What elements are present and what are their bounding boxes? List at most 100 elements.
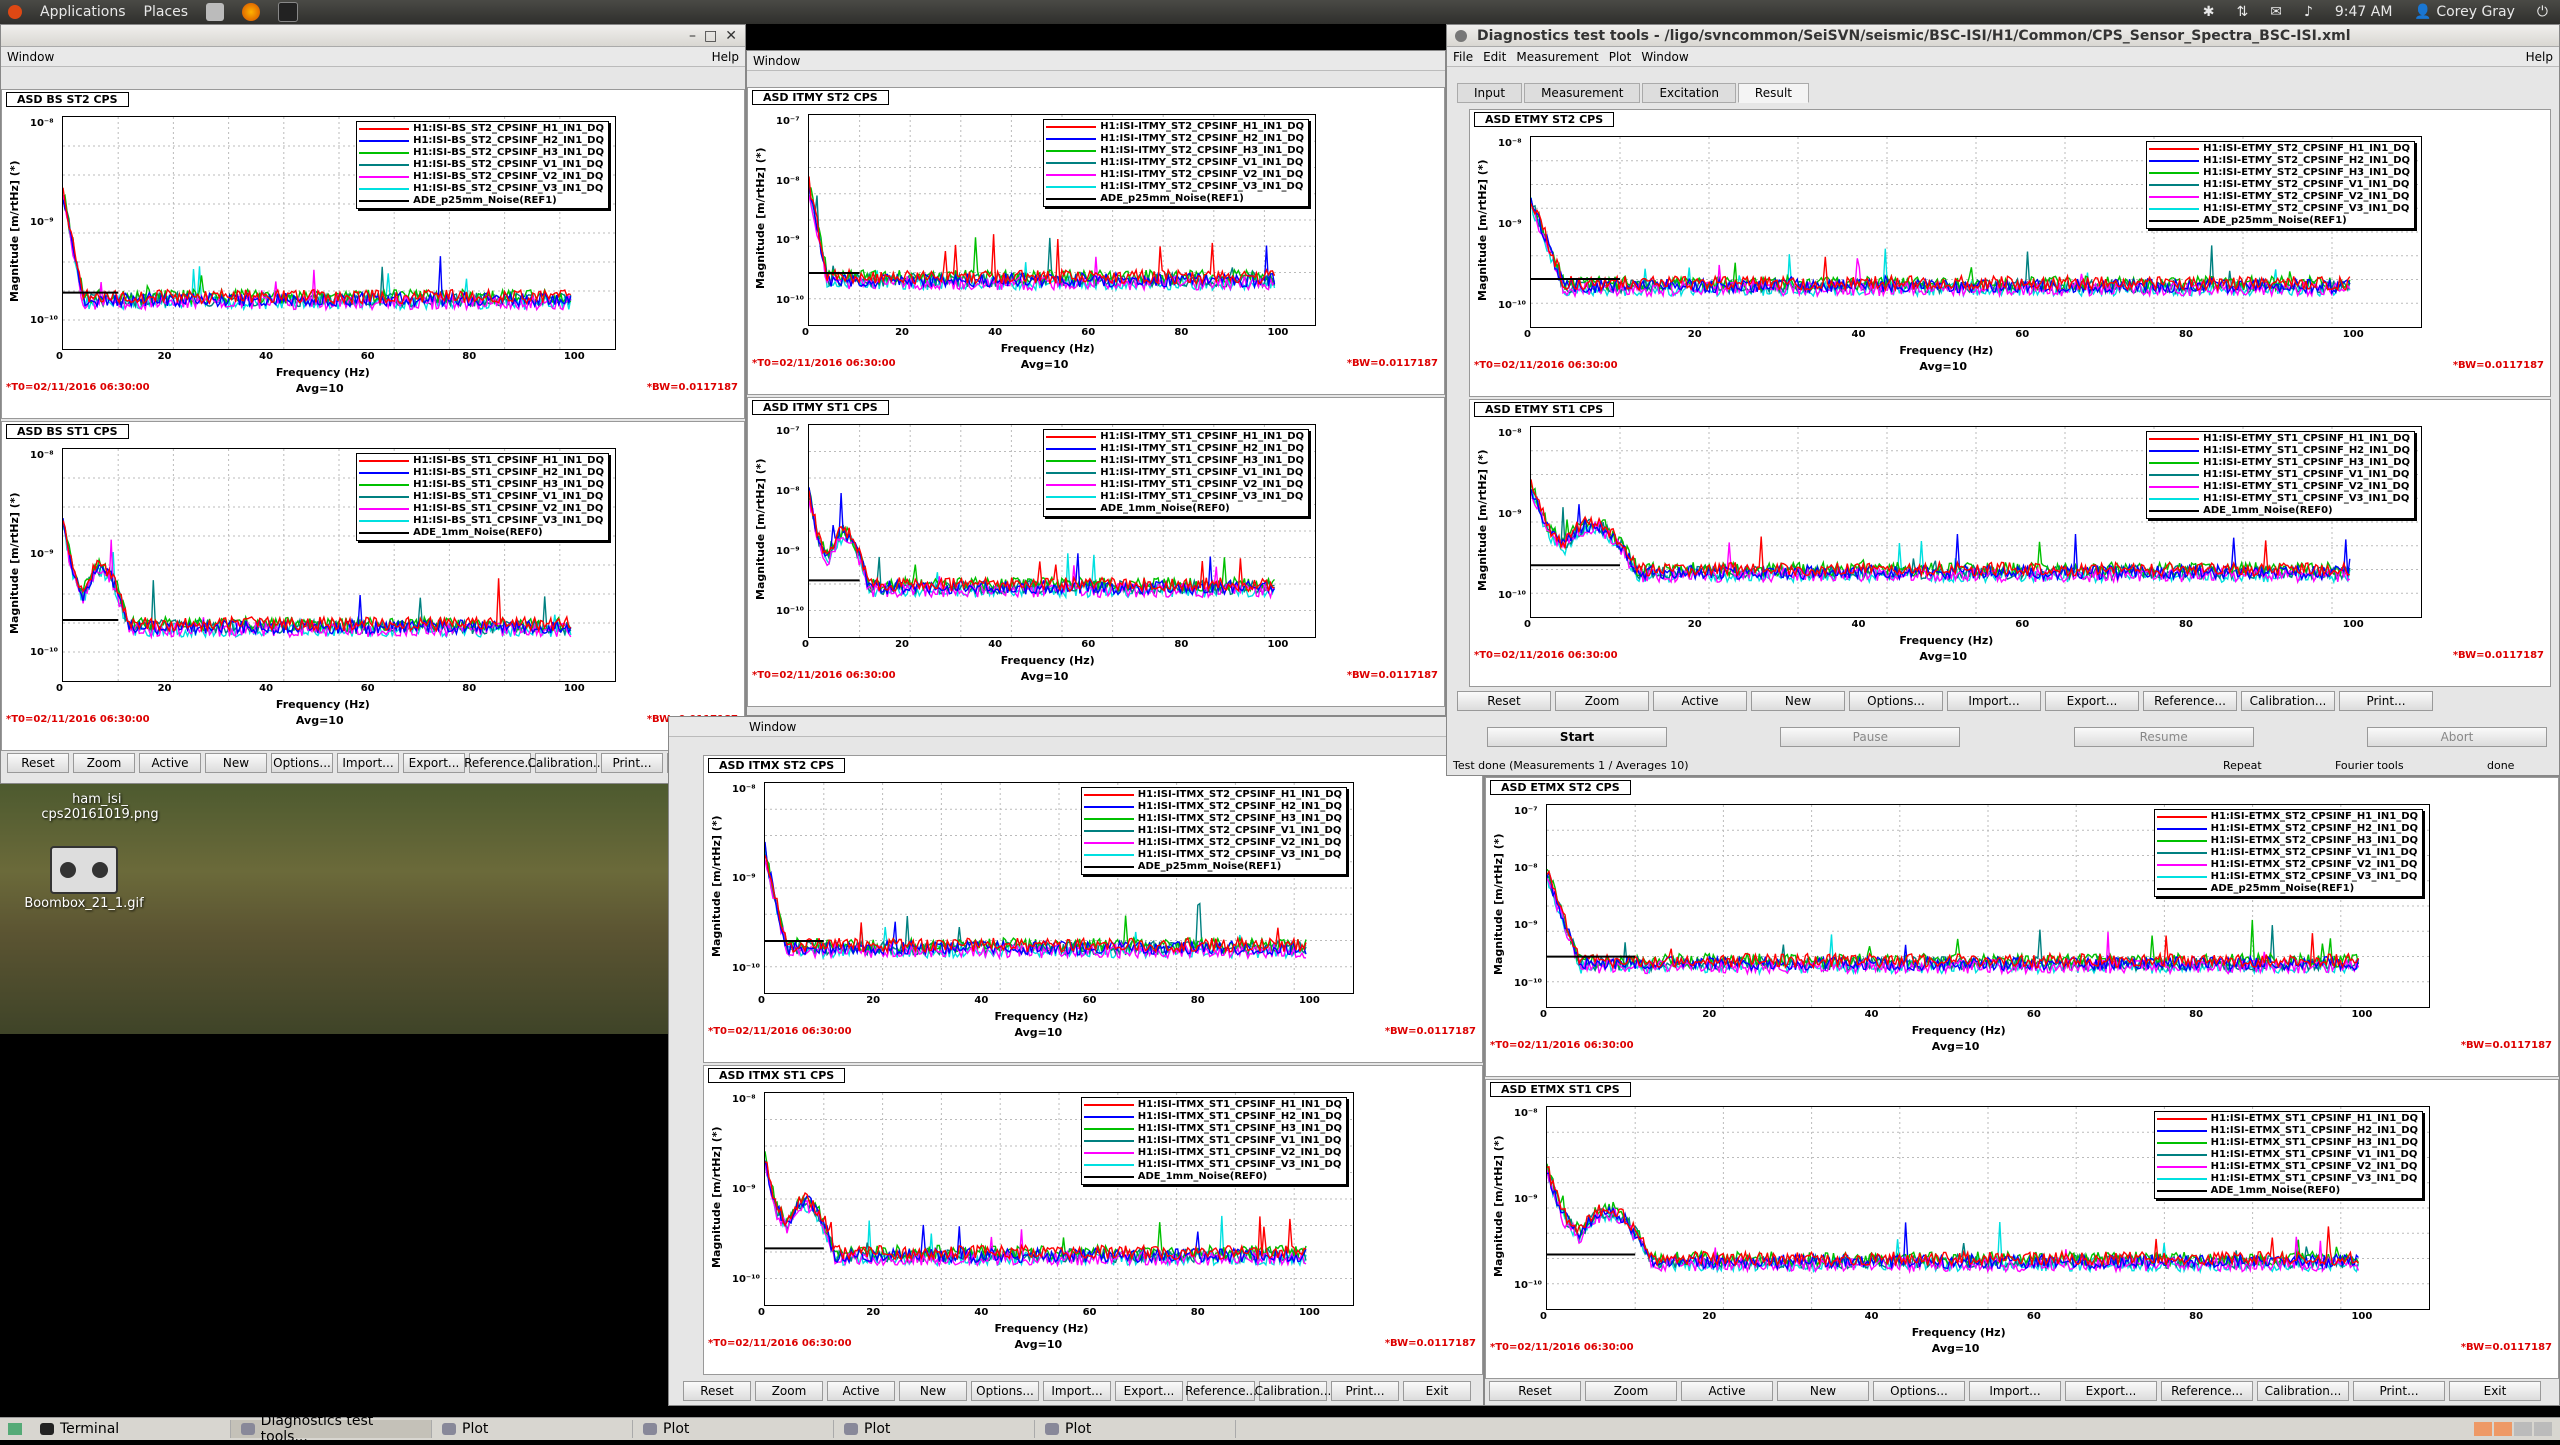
plot-button-reference[interactable]: Reference... — [1185, 1381, 1257, 1401]
plot-button-zoom[interactable]: Zoom — [1585, 1381, 1677, 1401]
plot-button-new[interactable]: New — [1777, 1381, 1869, 1401]
plot-area[interactable]: H1:ISI-ITMX_ST1_CPSINF_H1_IN1_DQ H1:ISI-I… — [764, 1092, 1354, 1306]
plot-legend[interactable]: H1:ISI-BS_ST1_CPSINF_H1_IN1_DQ H1:ISI-BS_… — [356, 453, 609, 541]
menu-help[interactable]: Help — [2526, 50, 2553, 64]
plot-button-export[interactable]: Export... — [2065, 1381, 2157, 1401]
plot-button-reference[interactable]: Reference... — [2143, 691, 2237, 711]
plot-button-reset[interactable]: Reset — [1489, 1381, 1581, 1401]
plot-button-options[interactable]: Options... — [971, 1381, 1039, 1401]
maximize-icon[interactable]: □ — [704, 28, 717, 44]
plot-legend[interactable]: H1:ISI-ETMY_ST1_CPSINF_H1_IN1_DQ H1:ISI-E… — [2146, 431, 2415, 519]
plot-area[interactable]: H1:ISI-ITMX_ST2_CPSINF_H1_IN1_DQ H1:ISI-I… — [764, 782, 1354, 994]
plot-area[interactable]: H1:ISI-ETMY_ST1_CPSINF_H1_IN1_DQ H1:ISI-E… — [1530, 426, 2422, 618]
plot-area[interactable]: H1:ISI-BS_ST1_CPSINF_H1_IN1_DQ H1:ISI-BS_… — [62, 448, 616, 682]
plot-button-export[interactable]: Export... — [403, 753, 465, 773]
abort-button[interactable]: Abort — [2366, 727, 2547, 747]
plot-button-options[interactable]: Options... — [1873, 1381, 1965, 1401]
menu-file[interactable]: File — [1453, 50, 1473, 64]
plot-button-export[interactable]: Export... — [2045, 691, 2139, 711]
plot-button-calibration[interactable]: Calibration... — [528, 753, 604, 773]
plot-button-zoom[interactable]: Zoom — [755, 1381, 823, 1401]
plot-button-import[interactable]: Import... — [1043, 1381, 1111, 1401]
plot-button-reference[interactable]: Reference... — [2161, 1381, 2253, 1401]
task-plot[interactable]: Plot — [834, 1420, 1035, 1438]
window-titlebar[interactable]: – □ ✕ — [1, 25, 745, 47]
plot-button-import[interactable]: Import... — [1947, 691, 2041, 711]
plot-button-exit[interactable]: Exit — [1403, 1381, 1471, 1401]
plot-button-print[interactable]: Print... — [601, 753, 663, 773]
plot-button-print[interactable]: Print... — [2339, 691, 2433, 711]
task-plot[interactable]: Plot — [633, 1420, 834, 1438]
plot-area[interactable]: H1:ISI-ETMX_ST2_CPSINF_H1_IN1_DQ H1:ISI-E… — [1546, 804, 2430, 1008]
workspace-1[interactable] — [2474, 1422, 2492, 1436]
menu-plot[interactable]: Plot — [1609, 50, 1632, 64]
plot-legend[interactable]: H1:ISI-BS_ST2_CPSINF_H1_IN1_DQ H1:ISI-BS_… — [356, 121, 609, 209]
user-menu[interactable]: 👤 Corey Gray — [2414, 4, 2515, 20]
workspace-switcher[interactable] — [2474, 1422, 2552, 1436]
plot-button-new[interactable]: New — [205, 753, 267, 773]
plot-legend[interactable]: H1:ISI-ETMY_ST2_CPSINF_H1_IN1_DQ H1:ISI-E… — [2146, 141, 2415, 229]
desktop-icon-boombox[interactable]: Boombox_21_1.gif — [24, 846, 144, 911]
plot-button-active[interactable]: Active — [827, 1381, 895, 1401]
desktop-icon-ham-isi[interactable]: ham_isi_ cps20161019.png — [40, 792, 160, 822]
plot-button-calibration[interactable]: Calibration... — [1255, 1381, 1331, 1401]
plot-button-calibration[interactable]: Calibration... — [2241, 691, 2335, 711]
ubuntu-logo-icon[interactable] — [8, 5, 22, 19]
plot-button-exit[interactable]: Exit — [2449, 1381, 2541, 1401]
plot-button-reset[interactable]: Reset — [1457, 691, 1551, 711]
plot-button-zoom[interactable]: Zoom — [1555, 691, 1649, 711]
plot-panel-etmy-st1[interactable]: ASD ETMY ST1 CPS H1:ISI-ETMY_ST1_CPSINF_H… — [1469, 399, 2551, 687]
plot-panel-bs-st2[interactable]: ASD BS ST2 CPS H1:ISI-BS_ST2_CPSINF_H1_IN… — [1, 89, 745, 419]
plot-legend[interactable]: H1:ISI-ITMY_ST1_CPSINF_H1_IN1_DQ H1:ISI-I… — [1043, 429, 1309, 517]
terminal-launcher-icon[interactable] — [278, 2, 299, 22]
task-plot[interactable]: Plot — [432, 1420, 633, 1438]
plot-button-new[interactable]: New — [1751, 691, 1845, 711]
plot-button-reset[interactable]: Reset — [7, 753, 69, 773]
plot-button-print[interactable]: Print... — [2353, 1381, 2445, 1401]
plot-area[interactable]: H1:ISI-ETMY_ST2_CPSINF_H1_IN1_DQ H1:ISI-E… — [1530, 136, 2422, 328]
pause-button[interactable]: Pause — [1780, 727, 1961, 747]
plot-legend[interactable]: H1:ISI-ETMX_ST2_CPSINF_H1_IN1_DQ H1:ISI-E… — [2153, 809, 2423, 897]
plot-panel-itmx-st2[interactable]: ASD ITMX ST2 CPS H1:ISI-ITMX_ST2_CPSINF_H… — [703, 755, 1483, 1063]
plot-button-active[interactable]: Active — [1653, 691, 1747, 711]
tab-excitation[interactable]: Excitation — [1642, 83, 1736, 103]
window-titlebar[interactable]: Diagnostics test tools - /ligo/svncommon… — [1447, 25, 2559, 47]
plot-panel-itmy-st2[interactable]: ASD ITMY ST2 CPS H1:ISI-ITMY_ST2_CPSINF_H… — [747, 87, 1445, 395]
plot-button-import[interactable]: Import... — [337, 753, 399, 773]
plot-button-options[interactable]: Options... — [1849, 691, 1943, 711]
places-menu[interactable]: Places — [144, 4, 189, 20]
plot-button-new[interactable]: New — [899, 1381, 967, 1401]
resume-button[interactable]: Resume — [2073, 727, 2254, 747]
plot-area[interactable]: H1:ISI-BS_ST2_CPSINF_H1_IN1_DQ H1:ISI-BS_… — [62, 116, 616, 350]
plot-legend[interactable]: H1:ISI-ITMX_ST2_CPSINF_H1_IN1_DQ H1:ISI-I… — [1080, 787, 1347, 875]
plot-legend[interactable]: H1:ISI-ITMX_ST1_CPSINF_H1_IN1_DQ H1:ISI-I… — [1080, 1097, 1347, 1185]
mail-icon[interactable]: ✉ — [2270, 4, 2282, 20]
menu-window[interactable]: Window — [749, 720, 796, 734]
tab-input[interactable]: Input — [1457, 83, 1523, 103]
plot-button-print[interactable]: Print... — [1331, 1381, 1399, 1401]
plot-legend[interactable]: H1:ISI-ETMX_ST1_CPSINF_H1_IN1_DQ H1:ISI-E… — [2153, 1111, 2423, 1199]
plot-button-reset[interactable]: Reset — [683, 1381, 751, 1401]
workspace-2[interactable] — [2494, 1422, 2512, 1436]
plot-button-reference[interactable]: Reference... — [464, 753, 536, 773]
plot-button-calibration[interactable]: Calibration... — [2257, 1381, 2349, 1401]
plot-area[interactable]: H1:ISI-ITMY_ST1_CPSINF_H1_IN1_DQ H1:ISI-I… — [808, 424, 1316, 638]
task-diagnostics[interactable]: Diagnostics test tools... — [231, 1413, 432, 1445]
workspace-4[interactable] — [2534, 1422, 2552, 1436]
firefox-launcher-icon[interactable] — [242, 3, 261, 21]
plot-panel-bs-st1[interactable]: ASD BS ST1 CPS H1:ISI-BS_ST1_CPSINF_H1_IN… — [1, 421, 745, 751]
applications-menu[interactable]: Applications — [40, 4, 126, 20]
power-icon[interactable]: ⏻ — [2537, 4, 2548, 20]
plot-button-export[interactable]: Export... — [1115, 1381, 1183, 1401]
menu-help[interactable]: Help — [712, 50, 739, 64]
task-terminal[interactable]: Terminal — [30, 1420, 231, 1438]
tab-result[interactable]: Result — [1737, 83, 1809, 103]
menu-window[interactable]: Window — [753, 54, 800, 68]
volume-icon[interactable]: ♪ — [2304, 4, 2313, 20]
plot-panel-itmy-st1[interactable]: ASD ITMY ST1 CPS H1:ISI-ITMY_ST1_CPSINF_H… — [747, 397, 1445, 707]
plot-button-import[interactable]: Import... — [1969, 1381, 2061, 1401]
plot-panel-etmx-st1[interactable]: ASD ETMX ST1 CPS H1:ISI-ETMX_ST1_CPSINF_H… — [1485, 1079, 2559, 1379]
close-icon[interactable]: ✕ — [725, 28, 737, 44]
network-icon[interactable]: ⇅ — [2236, 4, 2248, 20]
bluetooth-icon[interactable]: ✱ — [2203, 4, 2215, 20]
